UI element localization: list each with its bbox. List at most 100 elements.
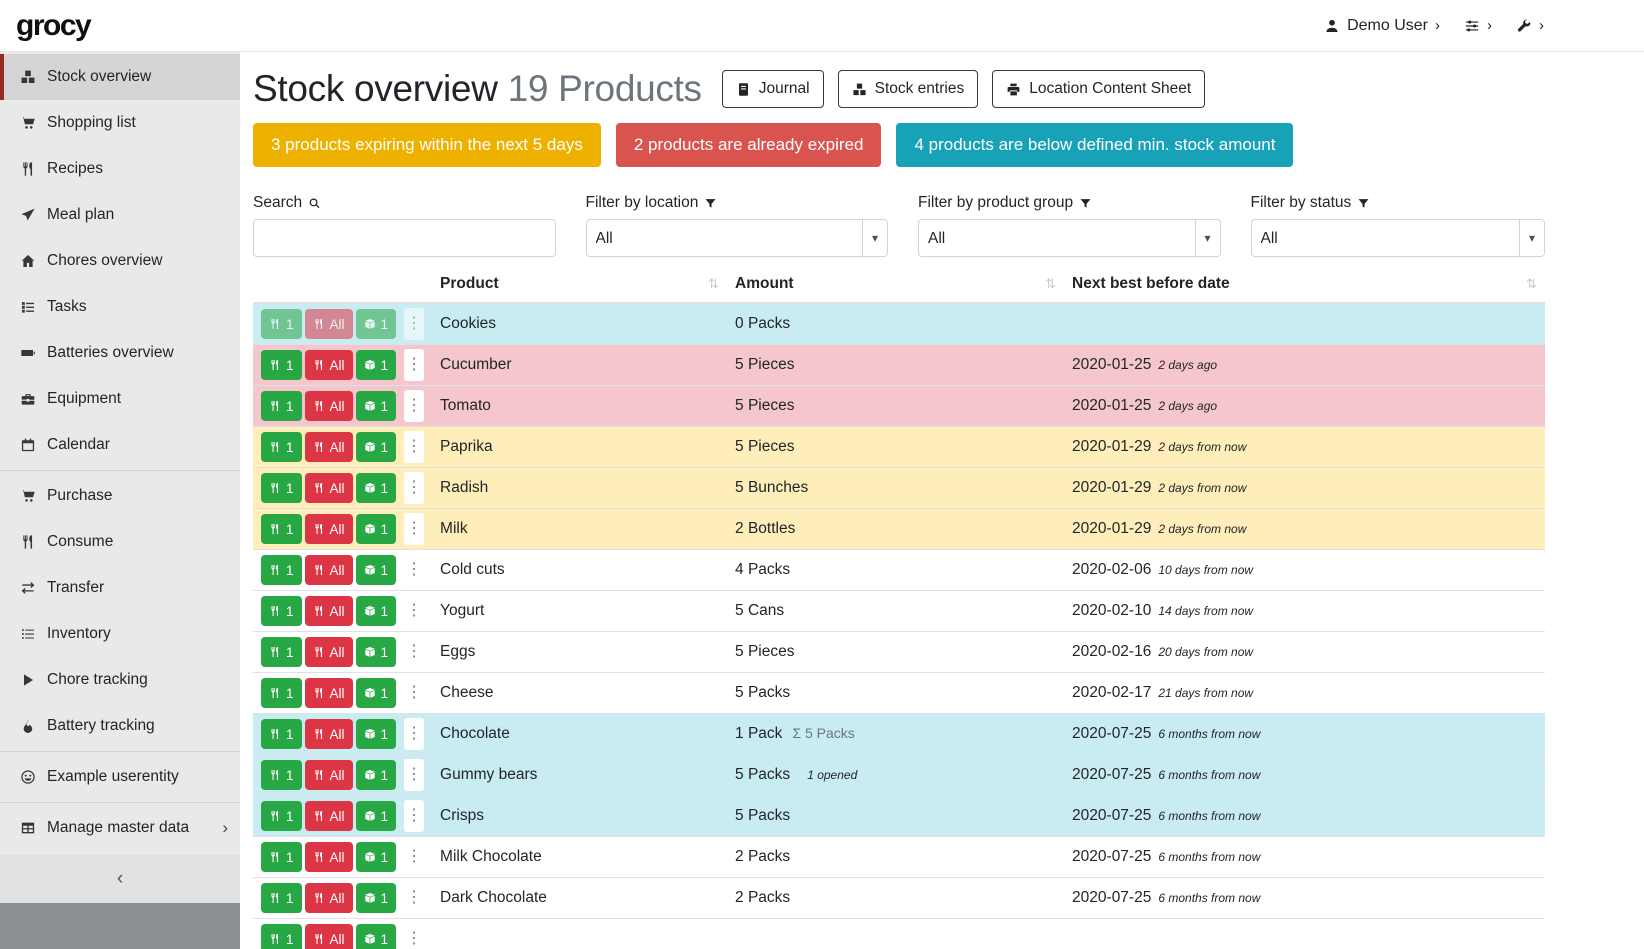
row-menu-button[interactable]: ⋮ bbox=[404, 800, 424, 832]
row-menu-button[interactable]: ⋮ bbox=[404, 882, 424, 914]
row-menu-button[interactable]: ⋮ bbox=[404, 759, 424, 791]
open-one-button[interactable]: 1 bbox=[356, 514, 397, 544]
alert-below-min-button[interactable]: 4 products are below defined min. stock … bbox=[896, 123, 1293, 167]
sidebar-item-equipment[interactable]: Equipment › bbox=[0, 376, 240, 422]
sidebar-item-recipes[interactable]: Recipes › bbox=[0, 146, 240, 192]
row-menu-button[interactable]: ⋮ bbox=[404, 554, 424, 586]
status-filter-select[interactable]: All bbox=[1251, 219, 1546, 257]
open-one-button[interactable]: 1 bbox=[356, 842, 397, 872]
sidebar-item-chores-overview[interactable]: Chores overview › bbox=[0, 238, 240, 284]
row-menu-button[interactable]: ⋮ bbox=[404, 595, 424, 627]
alert-expiring-button[interactable]: 3 products expiring within the next 5 da… bbox=[253, 123, 601, 167]
consume-all-button[interactable]: All bbox=[305, 596, 353, 626]
consume-all-button[interactable]: All bbox=[305, 719, 353, 749]
search-input[interactable] bbox=[253, 219, 556, 257]
consume-one-button[interactable]: 1 bbox=[261, 514, 302, 544]
row-menu-button[interactable]: ⋮ bbox=[404, 349, 424, 381]
consume-all-button[interactable]: All bbox=[305, 350, 353, 380]
consume-all-button[interactable]: All bbox=[305, 514, 353, 544]
admin-menu[interactable]: › bbox=[1516, 17, 1544, 34]
row-menu-button[interactable]: ⋮ bbox=[404, 841, 424, 873]
consume-all-button[interactable]: All bbox=[305, 883, 353, 913]
consume-one-button[interactable]: 1 bbox=[261, 637, 302, 667]
location-content-sheet-button[interactable]: Location Content Sheet bbox=[992, 70, 1205, 108]
open-one-button[interactable]: 1 bbox=[356, 350, 397, 380]
consume-one-button[interactable]: 1 bbox=[261, 678, 302, 708]
consume-one-button[interactable]: 1 bbox=[261, 924, 302, 949]
stock-entries-button[interactable]: Stock entries bbox=[838, 70, 979, 108]
open-one-button[interactable]: 1 bbox=[356, 309, 397, 339]
sidebar-collapse-button[interactable]: ‹ bbox=[0, 855, 240, 903]
consume-one-button[interactable]: 1 bbox=[261, 760, 302, 790]
consume-one-button[interactable]: 1 bbox=[261, 883, 302, 913]
sidebar-item-batteries-overview[interactable]: Batteries overview › bbox=[0, 330, 240, 376]
row-menu-button[interactable]: ⋮ bbox=[404, 472, 424, 504]
row-menu-button[interactable]: ⋮ bbox=[404, 923, 424, 949]
consume-one-button[interactable]: 1 bbox=[261, 432, 302, 462]
open-one-button[interactable]: 1 bbox=[356, 391, 397, 421]
sidebar-item-stock-overview[interactable]: Stock overview › bbox=[0, 54, 240, 100]
consume-all-button[interactable]: All bbox=[305, 801, 353, 831]
product-column-header[interactable]: Product⇅ bbox=[432, 266, 727, 303]
row-menu-button[interactable]: ⋮ bbox=[404, 390, 424, 422]
consume-all-button[interactable]: All bbox=[305, 432, 353, 462]
row-menu-button[interactable]: ⋮ bbox=[404, 431, 424, 463]
alert-expired-button[interactable]: 2 products are already expired bbox=[616, 123, 882, 167]
consume-one-button[interactable]: 1 bbox=[261, 555, 302, 585]
product-group-filter-select[interactable]: All bbox=[918, 219, 1221, 257]
consume-all-button[interactable]: All bbox=[305, 842, 353, 872]
sidebar-item-purchase[interactable]: Purchase › bbox=[0, 473, 240, 519]
consume-all-button[interactable]: All bbox=[305, 309, 353, 339]
consume-all-button[interactable]: All bbox=[305, 760, 353, 790]
open-one-button[interactable]: 1 bbox=[356, 596, 397, 626]
sidebar-item-calendar[interactable]: Calendar › bbox=[0, 422, 240, 468]
open-one-button[interactable]: 1 bbox=[356, 555, 397, 585]
open-one-button[interactable]: 1 bbox=[356, 883, 397, 913]
consume-one-button[interactable]: 1 bbox=[261, 391, 302, 421]
amount-column-header[interactable]: Amount⇅ bbox=[727, 266, 1064, 303]
sidebar-item-tasks[interactable]: Tasks › bbox=[0, 284, 240, 330]
date-note: 2 days ago bbox=[1158, 399, 1217, 413]
consume-one-button[interactable]: 1 bbox=[261, 350, 302, 380]
consume-one-button[interactable]: 1 bbox=[261, 596, 302, 626]
sidebar-item-inventory[interactable]: Inventory › bbox=[0, 611, 240, 657]
sidebar-item-example-userentity[interactable]: Example userentity › bbox=[0, 754, 240, 800]
consume-one-button[interactable]: 1 bbox=[261, 801, 302, 831]
sidebar-item-meal-plan[interactable]: Meal plan › bbox=[0, 192, 240, 238]
row-menu-button[interactable]: ⋮ bbox=[404, 513, 424, 545]
sidebar-item-chore-tracking[interactable]: Chore tracking › bbox=[0, 657, 240, 703]
open-one-button[interactable]: 1 bbox=[356, 637, 397, 667]
date-column-header[interactable]: Next best before date⇅ bbox=[1064, 266, 1545, 303]
consume-all-button[interactable]: All bbox=[305, 555, 353, 585]
sidebar-item-shopping-list[interactable]: Shopping list › bbox=[0, 100, 240, 146]
journal-button[interactable]: Journal bbox=[722, 70, 824, 108]
open-one-button[interactable]: 1 bbox=[356, 678, 397, 708]
sidebar-item-battery-tracking[interactable]: Battery tracking › bbox=[0, 703, 240, 749]
consume-one-button[interactable]: 1 bbox=[261, 473, 302, 503]
open-one-button[interactable]: 1 bbox=[356, 719, 397, 749]
row-menu-button[interactable]: ⋮ bbox=[404, 308, 424, 340]
consume-all-button[interactable]: All bbox=[305, 473, 353, 503]
settings-menu[interactable]: › bbox=[1464, 17, 1492, 34]
consume-all-button[interactable]: All bbox=[305, 391, 353, 421]
row-menu-button[interactable]: ⋮ bbox=[404, 636, 424, 668]
app-logo[interactable]: grocy bbox=[16, 9, 90, 43]
row-menu-button[interactable]: ⋮ bbox=[404, 677, 424, 709]
consume-all-button[interactable]: All bbox=[305, 637, 353, 667]
open-one-button[interactable]: 1 bbox=[356, 432, 397, 462]
open-one-button[interactable]: 1 bbox=[356, 924, 397, 949]
sidebar-item-transfer[interactable]: Transfer › bbox=[0, 565, 240, 611]
row-menu-button[interactable]: ⋮ bbox=[404, 718, 424, 750]
open-one-button[interactable]: 1 bbox=[356, 760, 397, 790]
consume-all-button[interactable]: All bbox=[305, 924, 353, 949]
user-menu[interactable]: Demo User › bbox=[1324, 17, 1440, 35]
location-filter-select[interactable]: All bbox=[586, 219, 889, 257]
consume-one-button[interactable]: 1 bbox=[261, 719, 302, 749]
consume-all-button[interactable]: All bbox=[305, 678, 353, 708]
consume-one-button[interactable]: 1 bbox=[261, 309, 302, 339]
open-one-button[interactable]: 1 bbox=[356, 801, 397, 831]
sidebar-item-manage-master-data[interactable]: Manage master data › bbox=[0, 805, 240, 851]
open-one-button[interactable]: 1 bbox=[356, 473, 397, 503]
consume-one-button[interactable]: 1 bbox=[261, 842, 302, 872]
sidebar-item-consume[interactable]: Consume › bbox=[0, 519, 240, 565]
